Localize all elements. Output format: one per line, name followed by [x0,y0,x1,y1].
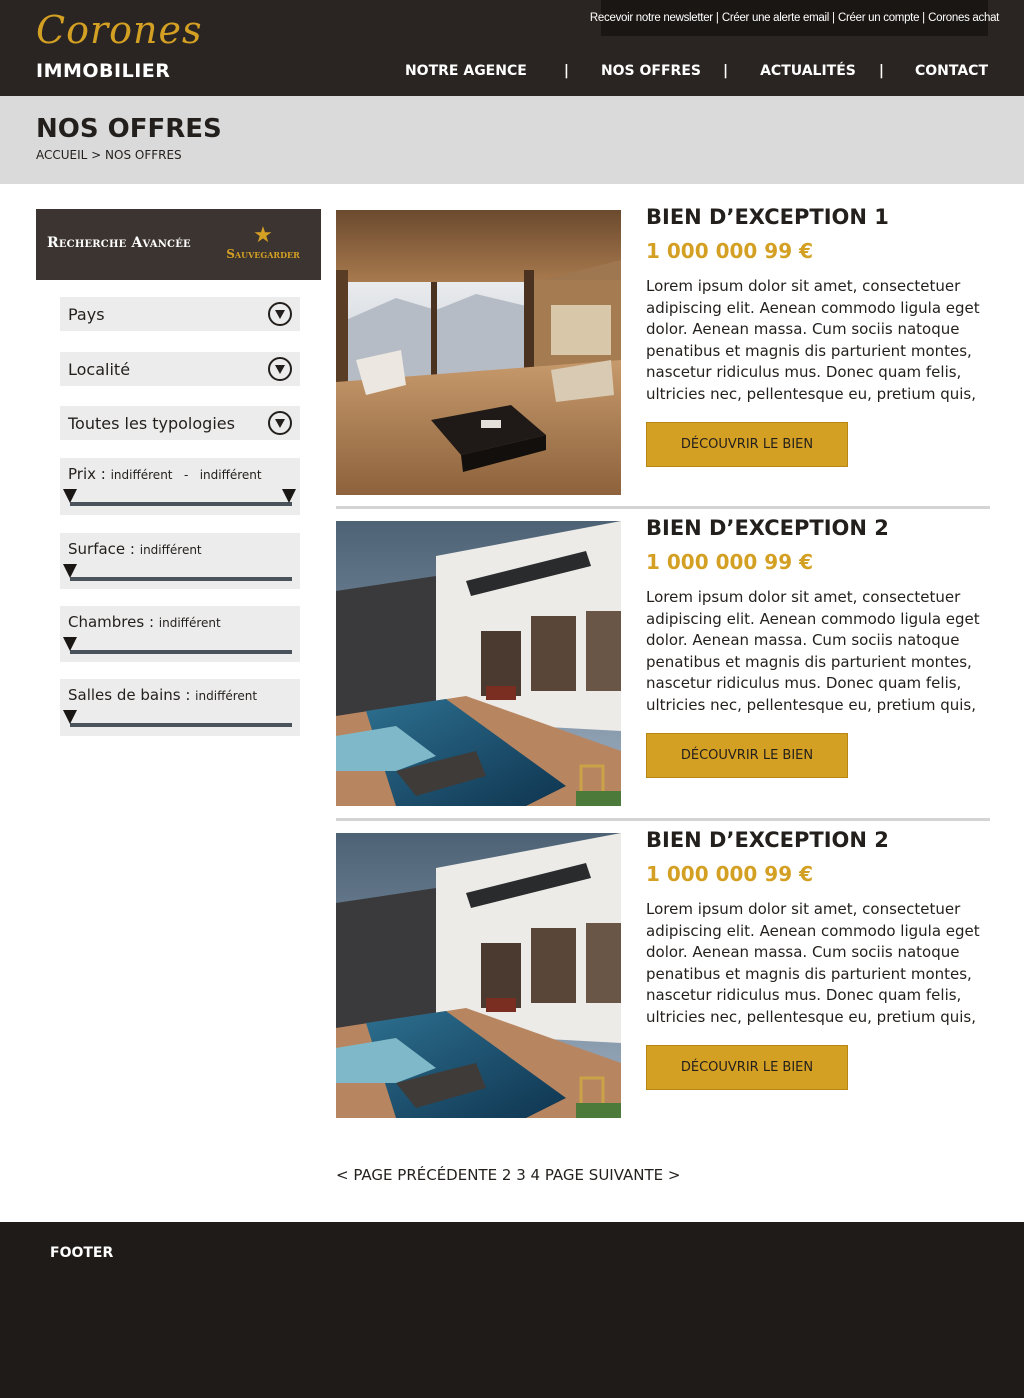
nav-separator: | [878,63,884,79]
listing-divider [336,818,990,821]
listing-image-villa[interactable] [336,833,621,1118]
range-track[interactable] [70,502,292,506]
pagination-next[interactable]: PAGE SUIVANTE > [545,1166,681,1184]
chevron-down-circle-icon [268,302,292,326]
main-nav: NOTRE AGENCE | NOS OFFRES | ACTUALITÉS |… [405,58,988,84]
range-surface: Surface : indifférent [60,533,300,589]
topbar-separator: | [832,12,836,24]
pagination: < PAGE PRÉCÉDENTE 2 3 4 PAGE SUIVANTE > [336,1166,680,1184]
nav-separator: | [722,63,729,79]
advanced-search-title: Recherche Avancée [47,235,191,251]
topbar-link-email-alert[interactable]: Créer une alerte email [722,12,829,24]
listing-title[interactable]: BIEN D’EXCEPTION 2 [646,516,889,540]
listing-description: Lorem ipsum dolor sit amet, consectetuer… [646,900,980,1026]
nav-separator: | [563,63,569,79]
topbar-separator: | [922,12,926,24]
chevron-down-circle-icon [268,411,292,435]
range-value: indifférent [139,543,202,557]
discover-property-button[interactable]: DÉCOUVRIR LE BIEN [646,422,848,467]
range-label: Surface : indifférent [68,540,202,558]
range-value: indifférent [158,616,221,630]
range-track[interactable] [70,723,292,727]
range-label: Prix : indifférent - indifférent [68,465,262,483]
range-track[interactable] [70,577,292,581]
topbar-separator: | [715,12,719,24]
range-value: indifférent - indifférent [110,468,262,482]
listing-title[interactable]: BIEN D’EXCEPTION 2 [646,828,889,852]
range-handle-min[interactable] [63,489,77,503]
select-label: Localité [68,359,131,379]
range-handle[interactable] [63,637,77,651]
discover-property-button[interactable]: DÉCOUVRIR LE BIEN [646,1045,848,1090]
nav-item-contact[interactable]: CONTACT [915,63,988,79]
advanced-search-header: Recherche Avancée ★ Sauvegarder [36,209,321,280]
select-pays[interactable]: Pays [60,297,300,331]
nav-item-actualites[interactable]: ACTUALITÉS [760,63,856,79]
pagination-prev[interactable]: < PAGE PRÉCÉDENTE [336,1166,497,1184]
range-handle[interactable] [63,710,77,724]
range-salles-de-bains: Salles de bains : indifférent [60,679,300,736]
site-header: Corones IMMOBILIER Recevoir notre newsle… [0,0,1024,96]
footer-label: FOOTER [50,1245,114,1261]
villa-pool-photo [336,833,621,1118]
listing-price: 1 000 000 99 € [646,862,814,886]
pagination-page-2[interactable]: 2 [502,1166,512,1184]
select-localite[interactable]: Localité [60,352,300,386]
range-label: Chambres : indifférent [68,613,221,631]
page-title: NOS OFFRES [36,114,222,144]
range-chambres: Chambres : indifférent [60,606,300,662]
select-typologies[interactable]: Toutes les typologies [60,406,300,440]
listing-image-villa[interactable] [336,521,621,806]
breadcrumb[interactable]: ACCUEIL > NOS OFFRES [36,148,182,162]
topbar-link-corones-achat[interactable]: Corones achat [928,12,999,24]
listing-description: Lorem ipsum dolor sit amet, consectetuer… [646,588,980,714]
listing-description: Lorem ipsum dolor sit amet, consectetuer… [646,277,980,403]
range-track[interactable] [70,650,292,654]
range-handle[interactable] [63,564,77,578]
logo-script[interactable]: Corones [36,8,202,52]
range-prix: Prix : indifférent - indifférent [60,458,300,515]
topbar-link-create-account[interactable]: Créer un compte [838,12,919,24]
listing-title[interactable]: BIEN D’EXCEPTION 1 [646,205,889,229]
listing-price: 1 000 000 99 € [646,550,814,574]
select-label: Toutes les typologies [68,413,235,433]
save-search-button[interactable]: ★ Sauvegarder [217,225,309,265]
topbar-link-newsletter[interactable]: Recevoir notre newsletter [590,12,713,24]
logo-subtitle[interactable]: IMMOBILIER [36,60,170,82]
nav-item-nos-offres[interactable]: NOS OFFRES [601,63,701,79]
site-footer: FOOTER [0,1222,1024,1398]
chevron-down-circle-icon [268,357,292,381]
page-title-band: NOS OFFRES ACCUEIL > NOS OFFRES [0,96,1024,184]
range-handle-max[interactable] [282,489,296,503]
pagination-page-4[interactable]: 4 [531,1166,541,1184]
range-label: Salles de bains : indifférent [68,686,258,704]
interior-living-room-photo [336,210,621,495]
villa-pool-photo [336,521,621,806]
save-search-label: Sauvegarder [226,247,300,261]
range-value: indifférent [195,689,258,703]
select-label: Pays [68,304,105,324]
listing-price: 1 000 000 99 € [646,239,814,263]
nav-item-notre-agence[interactable]: NOTRE AGENCE [405,63,527,79]
utility-bar: Recevoir notre newsletter | Créer une al… [590,0,999,36]
discover-property-button[interactable]: DÉCOUVRIR LE BIEN [646,733,848,778]
listing-divider [336,506,990,509]
listing-image-interior[interactable] [336,210,621,495]
star-icon: ★ [253,223,273,248]
pagination-page-3[interactable]: 3 [516,1166,526,1184]
